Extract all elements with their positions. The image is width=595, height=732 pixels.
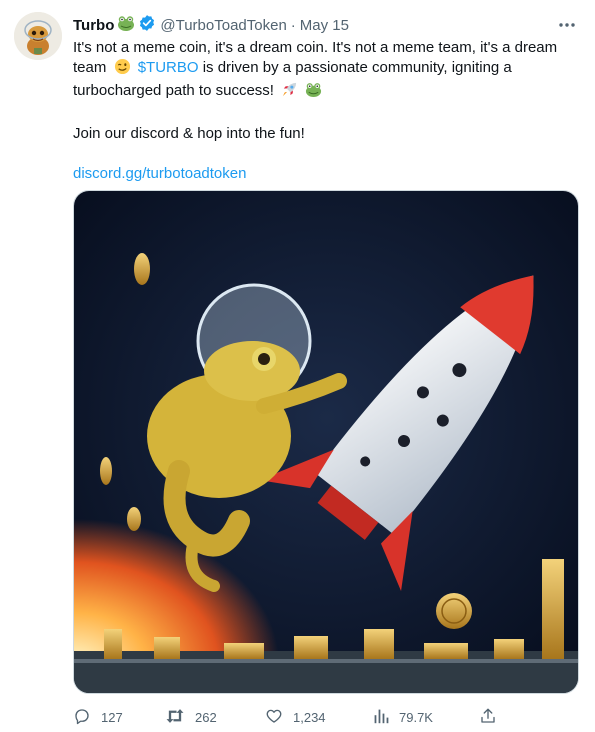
views-icon <box>373 707 389 728</box>
tweet-image[interactable] <box>73 190 579 694</box>
like-count: 1,234 <box>293 709 326 725</box>
reply-count: 127 <box>101 709 123 725</box>
display-name[interactable]: Turbo <box>73 17 114 34</box>
separator: · <box>290 16 296 34</box>
cashtag-link[interactable]: $TURBO <box>138 59 199 76</box>
share-icon <box>479 707 497 728</box>
tweet-text-line3: turbocharged path to success! <box>73 81 578 104</box>
like-button[interactable]: 1,234 <box>265 706 326 728</box>
tweet-text-line1: It's not a meme coin, it's a dream coin.… <box>73 39 558 56</box>
tweet-text-paragraph2: Join our discord & hop into the fun! <box>73 125 305 142</box>
more-icon[interactable] <box>555 14 579 36</box>
tweet-text-line2-end: is driven by a passionate community, ign… <box>202 59 512 76</box>
tweet-text-line3-text: turbocharged path to success! <box>73 82 274 99</box>
retweet-button[interactable]: 262 <box>165 706 217 728</box>
share-button[interactable] <box>479 706 497 728</box>
tweet-date[interactable]: May 15 <box>300 17 349 34</box>
like-icon <box>265 707 283 728</box>
rocket-emoji-icon <box>281 81 298 104</box>
verified-badge-icon <box>138 14 156 36</box>
tweet-header: Turbo @TurboToadToken · May 15 <box>73 14 579 36</box>
retweet-icon <box>165 707 185 728</box>
discord-link[interactable]: discord.gg/turbotoadtoken <box>73 165 246 182</box>
tweet-text-team: team <box>73 59 107 76</box>
avatar[interactable] <box>14 12 62 60</box>
views-count: 79.7K <box>399 709 433 725</box>
wink-emoji-icon <box>114 58 131 81</box>
handle[interactable]: @TurboToadToken <box>160 17 286 34</box>
frog-emoji-icon <box>305 81 322 104</box>
frog-emoji-icon <box>117 14 135 36</box>
reply-icon <box>73 707 91 728</box>
tweet-text-line2: team $TURBO is driven by a passionate co… <box>73 58 578 81</box>
views-button[interactable]: 79.7K <box>373 706 433 728</box>
tweet[interactable]: Turbo @TurboToadToken · May 15 It's not … <box>0 0 595 732</box>
reply-button[interactable]: 127 <box>73 706 123 728</box>
tweet-actions: 127 262 1,234 79.7K <box>73 706 503 728</box>
tweet-text: It's not a meme coin, it's a dream coin.… <box>73 38 578 184</box>
retweet-count: 262 <box>195 709 217 725</box>
